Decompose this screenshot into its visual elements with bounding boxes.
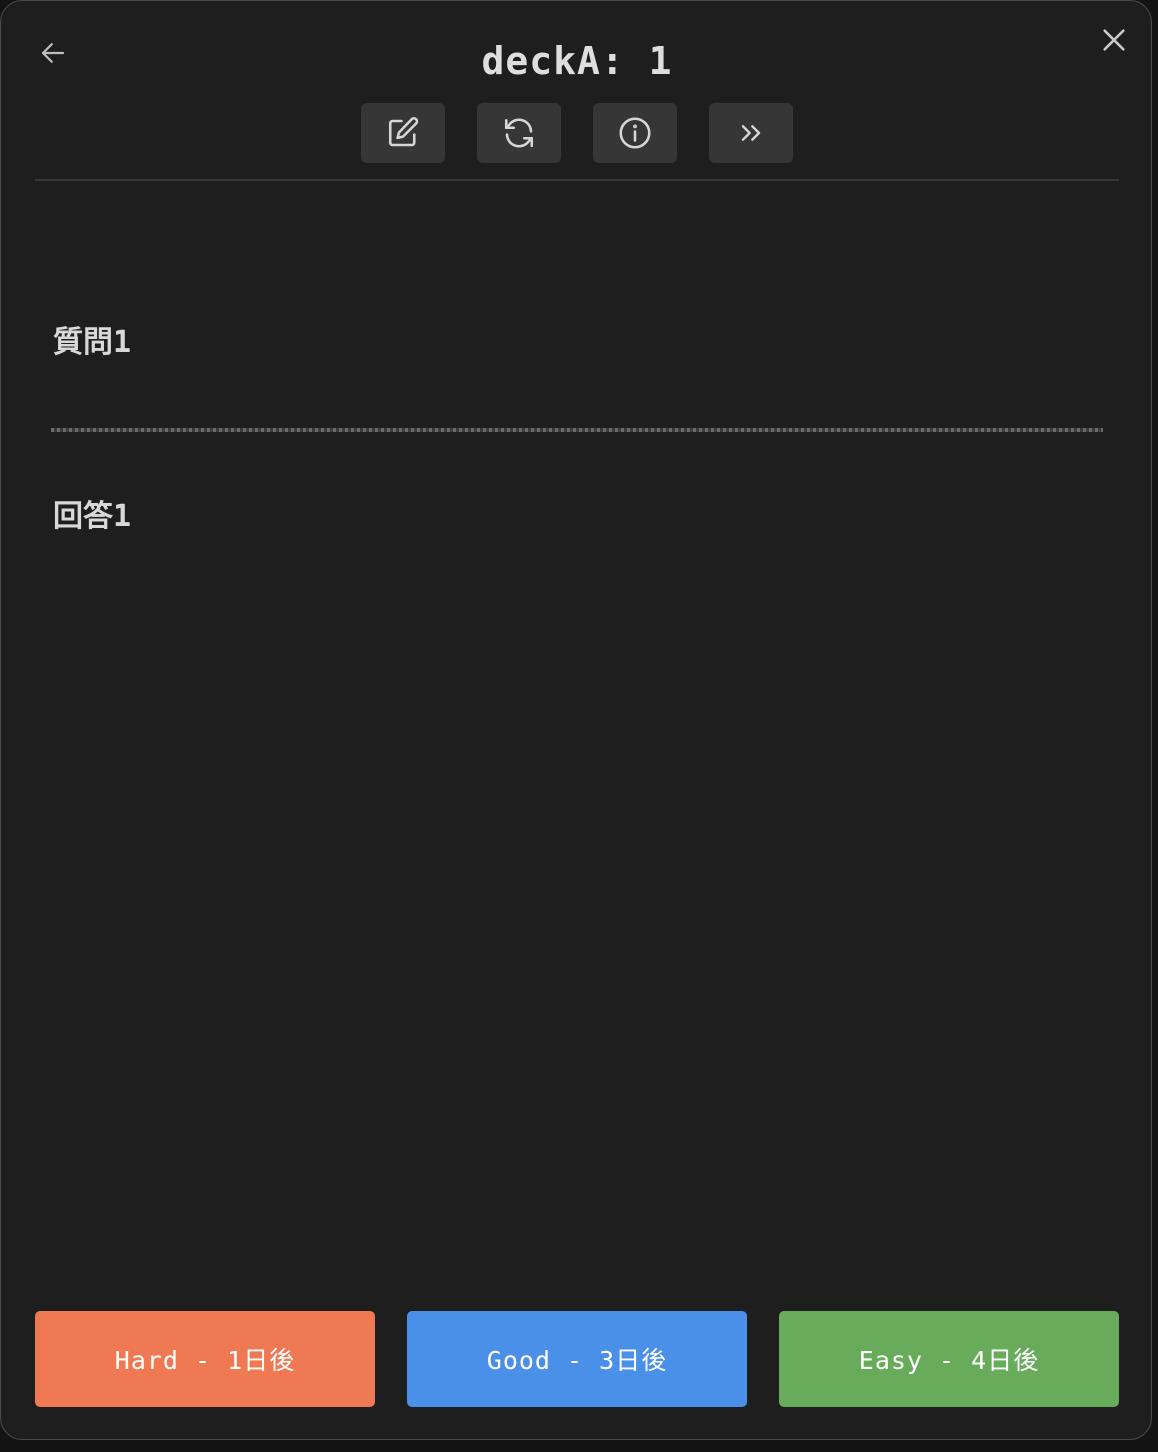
refresh-icon	[504, 118, 534, 148]
question-answer-divider	[51, 428, 1103, 432]
edit-button[interactable]	[361, 103, 445, 163]
skip-button[interactable]	[709, 103, 793, 163]
info-button[interactable]	[593, 103, 677, 163]
card-question: 質問1	[53, 325, 132, 360]
flashcard-modal: deckA: 1 質問1 回答1 Hard - 1日後 Good - 3日後 E…	[0, 0, 1152, 1440]
chevrons-right-icon	[741, 125, 761, 141]
deck-title: deckA: 1	[481, 39, 673, 83]
easy-button[interactable]: Easy - 4日後	[779, 1311, 1119, 1407]
hard-button[interactable]: Hard - 1日後	[35, 1311, 375, 1407]
reset-button[interactable]	[477, 103, 561, 163]
grade-buttons: Hard - 1日後 Good - 3日後 Easy - 4日後	[35, 1311, 1119, 1407]
card-answer: 回答1	[53, 499, 132, 534]
header-divider	[35, 179, 1119, 181]
edit-icon	[388, 117, 419, 147]
card-toolbar	[361, 103, 793, 163]
info-icon	[619, 117, 651, 149]
good-button[interactable]: Good - 3日後	[407, 1311, 747, 1407]
